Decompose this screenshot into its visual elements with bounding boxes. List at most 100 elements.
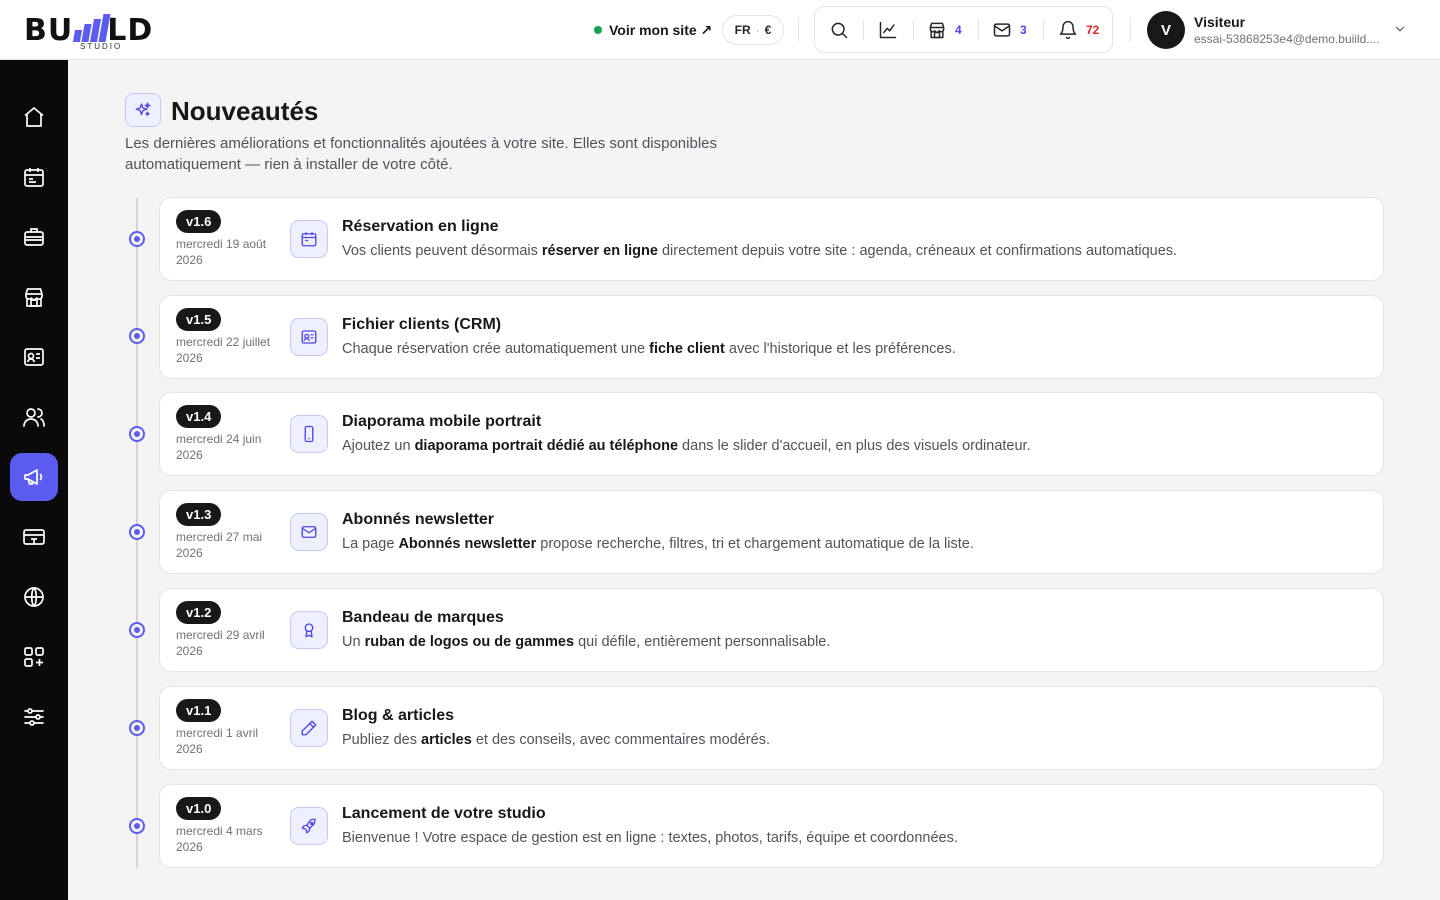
home-icon: [24, 107, 44, 127]
release-date: mercredi 22 juillet 2026: [176, 335, 271, 365]
sidebar-item-services[interactable]: [10, 213, 58, 261]
release-date: mercredi 29 avril 2026: [176, 628, 265, 658]
sidebar-item-settings[interactable]: [10, 693, 58, 741]
release-date: mercredi 19 août 2026: [176, 237, 267, 267]
feature-description: Ajoutez un diaporama portrait dédié au t…: [342, 438, 1031, 454]
sidebar-item-website[interactable]: [10, 573, 58, 621]
messages-button[interactable]: 3: [992, 19, 1027, 41]
store-icon: [929, 22, 945, 39]
contact-card-icon: [24, 348, 44, 366]
language-code: FR: [734, 23, 751, 37]
timeline-dot: [129, 622, 145, 638]
feature-title: Diaporama mobile portrait: [342, 413, 542, 430]
store-orders-button[interactable]: 4: [927, 19, 962, 41]
page-title: Nouveautés: [171, 96, 319, 126]
feature-description: Bienvenue ! Votre espace de gestion est …: [342, 830, 958, 846]
analytics-button[interactable]: [878, 19, 898, 41]
feature-title: Bandeau de marques: [342, 609, 504, 626]
sidebar-item-calendar[interactable]: [10, 153, 58, 201]
user-email: essai-53868253e4@demo.buiild....: [1194, 31, 1380, 46]
timeline-dot: [129, 818, 145, 834]
user-name: Visiteur: [1194, 13, 1246, 30]
top-bar: BULD STUDIO Voir mon site ↗ FR · € 4 3: [0, 0, 1440, 60]
view-site-link[interactable]: Voir mon site ↗: [594, 19, 712, 41]
feature-title: Abonnés newsletter: [342, 511, 495, 528]
logo-bars-icon: [73, 14, 111, 42]
calendar-icon: [301, 232, 317, 247]
sparkles-icon: [125, 93, 161, 127]
timeline-dot: [129, 524, 145, 540]
feature-description: Publiez des articles et des conseils, av…: [342, 732, 770, 748]
search-button[interactable]: [829, 19, 849, 41]
currency-symbol: €: [764, 23, 772, 37]
mail-count-badge: 3: [1020, 23, 1027, 37]
language-currency-selector[interactable]: FR · €: [722, 15, 784, 45]
payment-card-icon: [23, 529, 45, 545]
feature-title: Fichier clients (CRM): [342, 316, 502, 333]
search-icon: [831, 22, 848, 39]
mail-icon: [301, 526, 317, 538]
users-icon: [23, 408, 45, 427]
timeline-dot: [129, 231, 145, 247]
release-date: mercredi 27 mai 2026: [176, 530, 263, 560]
chevron-down-icon[interactable]: [1393, 22, 1407, 36]
version-badge: v1.4: [176, 405, 222, 428]
release-card: v1.0 mercredi 4 mars 2026 Lancement de v…: [159, 784, 1384, 868]
notifications-button[interactable]: 72: [1058, 19, 1099, 41]
logo-text-left: BU: [24, 13, 74, 48]
apps-icon: [24, 647, 44, 667]
user-menu[interactable]: V Visiteur essai-53868253e4@demo.buiild.…: [1147, 11, 1389, 49]
calendar-icon: [24, 168, 44, 187]
sidebar-item-news[interactable]: [10, 453, 58, 501]
store-count-badge: 4: [955, 23, 962, 37]
store-icon: [25, 288, 43, 307]
feature-title: Réservation en ligne: [342, 218, 499, 235]
chart-line-icon: [879, 21, 897, 39]
release-card: v1.2 mercredi 29 avril 2026 Bandeau de m…: [159, 588, 1384, 672]
pencil-icon: [301, 720, 317, 736]
globe-icon: [24, 587, 44, 607]
smartphone-icon: [304, 425, 314, 443]
version-badge: v1.3: [176, 503, 222, 526]
feature-description: Vos clients peuvent désormais réserver e…: [342, 243, 1178, 259]
sidebar-item-contacts[interactable]: [10, 333, 58, 381]
avatar: V: [1147, 11, 1185, 49]
bell-icon: [1059, 20, 1077, 40]
briefcase-icon: [24, 228, 44, 246]
feature-title: Lancement de votre studio: [342, 805, 546, 822]
logo-subtitle: STUDIO: [80, 42, 123, 51]
header-tools: 4 3 72: [814, 6, 1113, 53]
release-date: mercredi 4 mars 2026: [176, 824, 263, 854]
feature-description: La page Abonnés newsletter propose reche…: [342, 536, 974, 552]
release-date: mercredi 1 avril 2026: [176, 726, 259, 756]
version-badge: v1.5: [176, 308, 222, 331]
release-card: v1.5 mercredi 22 juillet 2026 Fichier cl…: [159, 295, 1384, 379]
release-card: v1.6 mercredi 19 août 2026 Réservation e…: [159, 197, 1384, 281]
feature-description: Chaque réservation crée automatiquement …: [342, 341, 956, 357]
header-divider: [798, 18, 799, 42]
sidebar-item-home[interactable]: [10, 93, 58, 141]
timeline-dot: [129, 720, 145, 736]
release-card: v1.4 mercredi 24 juin 2026 Diaporama mob…: [159, 392, 1384, 476]
sidebar-item-modules[interactable]: [10, 633, 58, 681]
sidebar-item-payments[interactable]: [10, 513, 58, 561]
view-site-label: Voir mon site ↗: [609, 21, 713, 38]
version-badge: v1.1: [176, 699, 222, 722]
online-status-dot: [594, 26, 602, 34]
award-icon: [304, 623, 314, 638]
version-badge: v1.0: [176, 797, 222, 820]
release-card: v1.1 mercredi 1 avril 2026 Blog & articl…: [159, 686, 1384, 770]
page-description: Les dernières améliorations et fonctionn…: [125, 135, 718, 173]
mail-icon: [993, 23, 1011, 37]
release-card: v1.3 mercredi 27 mai 2026 Abonnés newsle…: [159, 490, 1384, 574]
megaphone-icon: [24, 469, 43, 485]
sidebar: [0, 60, 68, 900]
sidebar-item-store[interactable]: [10, 273, 58, 321]
sidebar-item-team[interactable]: [10, 393, 58, 441]
header-divider: [1130, 18, 1131, 42]
settings-sliders-icon: [24, 708, 44, 726]
rocket-icon: [301, 818, 316, 834]
build-studio-logo[interactable]: BU LD STUDIO: [24, 8, 184, 52]
timeline-dot: [129, 328, 145, 344]
feature-title: Blog & articles: [342, 707, 455, 724]
